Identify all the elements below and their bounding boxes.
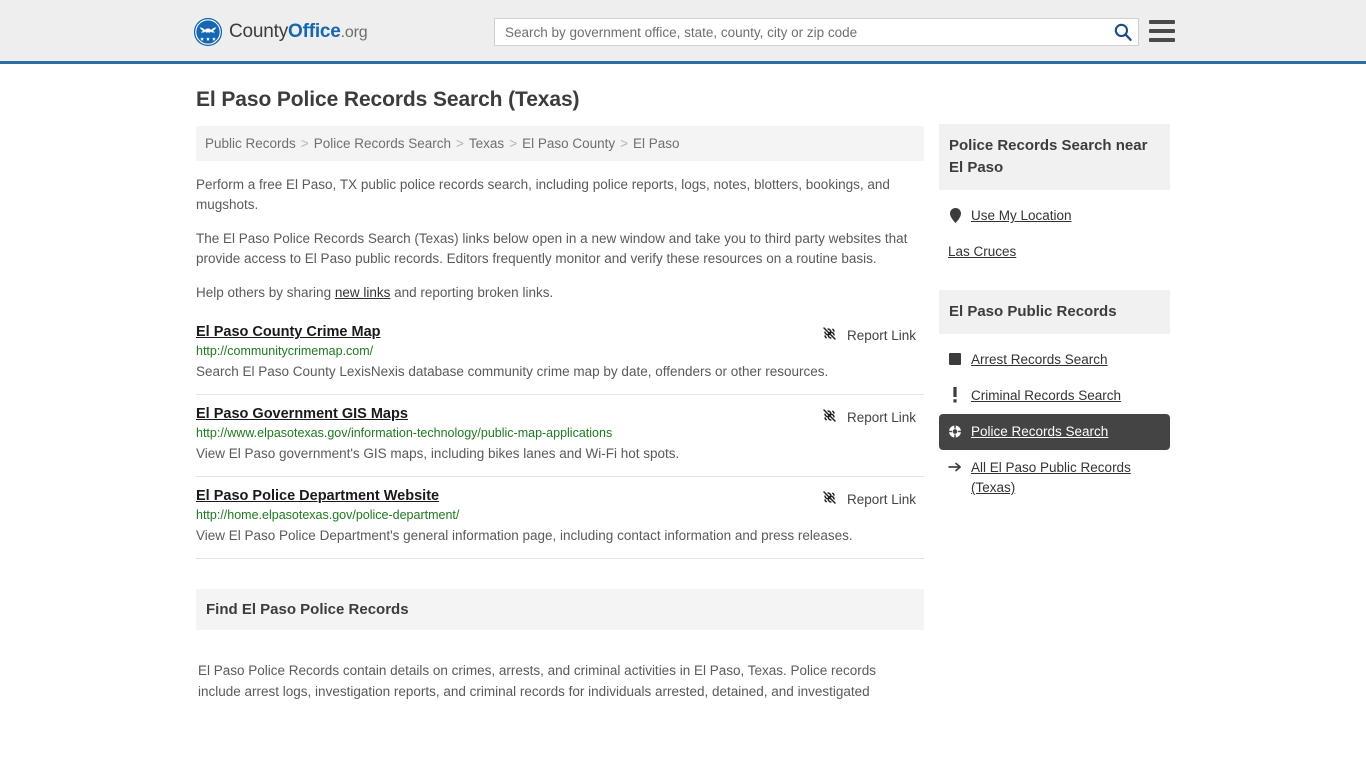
result-title-link[interactable]: El Paso Police Department Website	[196, 488, 439, 504]
breadcrumb-item-texas[interactable]: Texas	[469, 136, 504, 151]
search-button[interactable]	[1111, 21, 1135, 43]
square-icon	[948, 350, 962, 368]
result-title-link[interactable]: El Paso County Crime Map	[196, 324, 381, 340]
menu-bar-1	[1149, 20, 1175, 24]
result-title-link[interactable]: El Paso Government GIS Maps	[196, 406, 408, 422]
main-content-column: El Paso Police Records Search (Texas) Pu…	[196, 88, 924, 715]
hamburger-menu-icon[interactable]	[1149, 20, 1175, 42]
sidebar-item-label[interactable]: Criminal Records Search	[971, 386, 1121, 406]
sidebar-public-records-heading: El Paso Public Records	[939, 290, 1170, 334]
sidebar-public-records-list: Arrest Records Search Criminal Records S…	[939, 334, 1170, 506]
sidebar-item-criminal-records-search[interactable]: Criminal Records Search	[939, 378, 1170, 414]
brand-office-text: Office	[288, 21, 341, 42]
sidebar-item-label[interactable]: All El Paso Public Records (Texas)	[971, 458, 1161, 498]
report-link-label: Report Link	[846, 491, 916, 507]
sidebar-near-list: Use My Location Las Cruces	[939, 190, 1170, 270]
broken-link-icon	[821, 489, 838, 509]
result-item: El Paso Police Department Website http:/…	[196, 477, 924, 559]
result-description: Search El Paso County LexisNexis databas…	[196, 364, 829, 379]
sidebar-near-box: Police Records Search near El Paso Use M…	[939, 124, 1170, 270]
site-logo-link[interactable]: CountyOffice.org	[194, 18, 368, 46]
breadcrumb-item-police-records-search[interactable]: Police Records Search	[314, 136, 451, 151]
report-link-button[interactable]: Report Link	[821, 489, 916, 509]
find-records-body: El Paso Police Records contain details o…	[198, 662, 877, 699]
breadcrumb: Public Records > Police Records Search > Tex…	[196, 126, 924, 161]
result-item: El Paso Government GIS Maps http://www.e…	[196, 395, 924, 477]
sidebar-item-label[interactable]: Use My Location	[971, 206, 1072, 226]
help-prefix-text: Help others by sharing	[196, 285, 335, 300]
page-title: El Paso Police Records Search (Texas)	[196, 88, 580, 111]
search-input[interactable]	[494, 18, 1139, 46]
menu-bar-2	[1149, 29, 1175, 33]
broken-link-icon	[821, 407, 838, 427]
find-records-section: Find El Paso Police Records El Paso Poli…	[196, 589, 924, 702]
search-bar	[494, 18, 1139, 46]
result-item: El Paso County Crime Map http://communit…	[196, 317, 924, 395]
breadcrumb-item-public-records[interactable]: Public Records	[205, 136, 296, 151]
sidebar-item-label[interactable]: Las Cruces	[948, 242, 1016, 262]
map-pin-icon	[948, 206, 962, 224]
sidebar-item-arrest-records-search[interactable]: Arrest Records Search	[939, 342, 1170, 378]
sidebar-item-all-public-records[interactable]: All El Paso Public Records (Texas)	[939, 450, 1170, 506]
sidebar-public-records-box: El Paso Public Records Arrest Records Se…	[939, 290, 1170, 506]
breadcrumb-item-el-paso-county[interactable]: El Paso County	[522, 136, 615, 151]
breadcrumb-separator: >	[300, 136, 309, 151]
sidebar-item-label[interactable]: Arrest Records Search	[971, 350, 1108, 370]
help-suffix-text: and reporting broken links.	[390, 285, 554, 300]
menu-bar-3	[1149, 38, 1175, 42]
breadcrumb-separator: >	[456, 136, 464, 151]
target-crosshair-icon	[948, 422, 962, 440]
report-link-label: Report Link	[846, 327, 916, 343]
sidebar-item-las-cruces[interactable]: Las Cruces	[939, 234, 1170, 270]
report-link-button[interactable]: Report Link	[821, 407, 916, 427]
breadcrumb-separator: >	[509, 136, 518, 151]
breadcrumb-separator: >	[620, 136, 629, 151]
intro-paragraph-2: The El Paso Police Records Search (Texas…	[196, 231, 908, 266]
sidebar-item-use-my-location[interactable]: Use My Location	[939, 198, 1170, 234]
report-link-button[interactable]: Report Link	[821, 325, 916, 345]
site-brand-text: CountyOffice.org	[229, 21, 368, 43]
arrow-right-icon	[948, 458, 962, 476]
intro-paragraph-1: Perform a free El Paso, TX public police…	[196, 177, 890, 212]
eagle-seal-logo-icon	[194, 18, 222, 46]
search-icon	[1113, 23, 1133, 45]
sidebar: Police Records Search near El Paso Use M…	[939, 124, 1170, 526]
sidebar-item-police-records-search[interactable]: Police Records Search	[939, 414, 1170, 450]
sidebar-item-label[interactable]: Police Records Search	[971, 422, 1108, 442]
result-url[interactable]: http://home.elpasotexas.gov/police-depar…	[196, 508, 924, 522]
breadcrumb-item-el-paso[interactable]: El Paso	[633, 136, 680, 151]
help-paragraph: Help others by sharing new links and rep…	[196, 283, 924, 303]
brand-county-text: County	[229, 21, 289, 42]
broken-link-icon	[821, 325, 838, 345]
brand-tld-text: .org	[340, 24, 368, 41]
result-description: View El Paso government's GIS maps, incl…	[196, 446, 680, 461]
result-description: View El Paso Police Department's general…	[196, 528, 853, 543]
find-records-heading: Find El Paso Police Records	[196, 589, 924, 630]
result-url[interactable]: http://www.elpasotexas.gov/information-t…	[196, 426, 924, 440]
result-url[interactable]: http://communitycrimemap.com/	[196, 344, 924, 358]
site-header: CountyOffice.org	[0, 0, 1366, 64]
sidebar-near-heading: Police Records Search near El Paso	[939, 124, 1170, 190]
new-links-link[interactable]: new links	[335, 285, 391, 300]
exclamation-icon	[948, 386, 962, 404]
report-link-label: Report Link	[846, 409, 916, 425]
